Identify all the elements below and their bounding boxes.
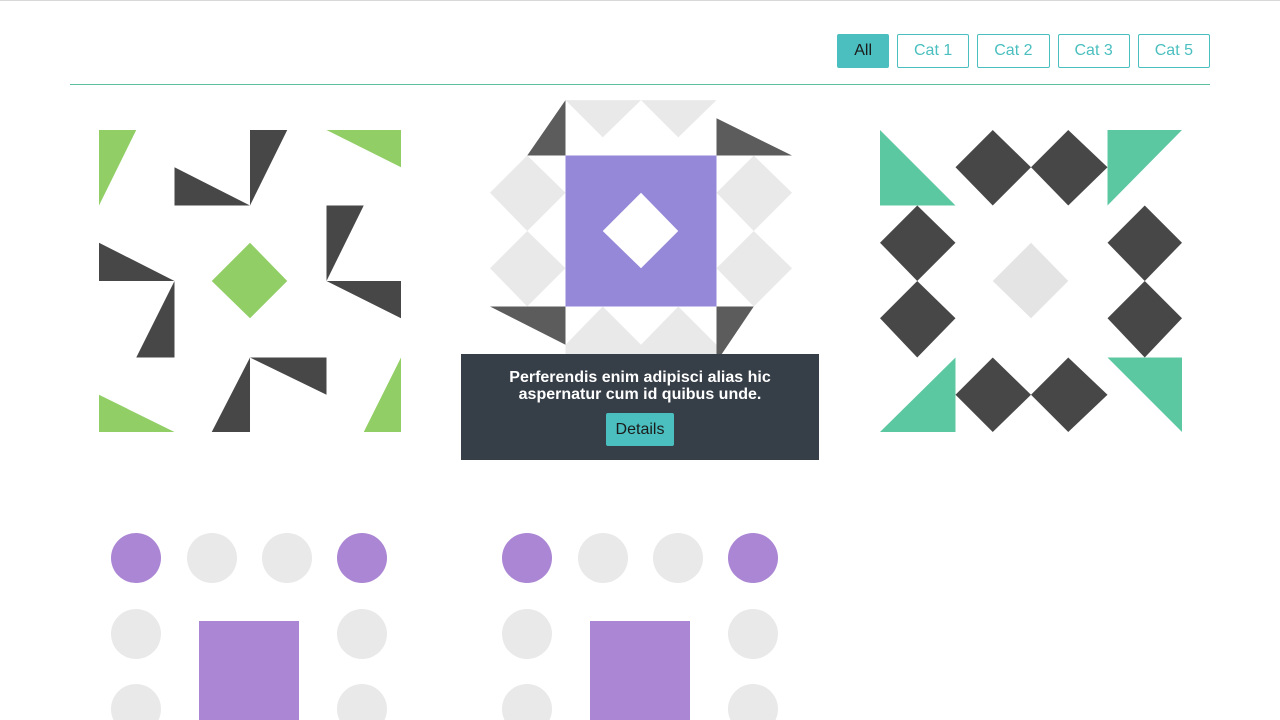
filter-cat-3-button[interactable]: Cat 3	[1057, 34, 1130, 68]
filter-cat-1-button[interactable]: Cat 1	[897, 34, 970, 68]
filter-divider	[70, 84, 1210, 85]
top-rule	[0, 0, 1280, 1]
geometric-pattern-image	[490, 100, 792, 362]
portfolio-item-purple-square[interactable]	[490, 100, 792, 362]
portfolio-hover-overlay: Perferendis enim adipisci alias hic aspe…	[461, 354, 819, 460]
category-filter-bar: All Cat 1 Cat 2 Cat 3 Cat 5	[837, 34, 1210, 68]
portfolio-item-green-triangles[interactable]	[99, 130, 401, 432]
portfolio-item-lavender-dots-2[interactable]	[490, 520, 792, 720]
geometric-pattern-image	[111, 533, 387, 720]
geometric-pattern-image	[880, 130, 1182, 432]
portfolio-item-dark-diamonds[interactable]	[880, 130, 1182, 432]
filter-cat-5-button[interactable]: Cat 5	[1137, 34, 1210, 68]
filter-all-button[interactable]: All	[837, 34, 889, 68]
portfolio-item-lavender-dots-1[interactable]	[99, 520, 401, 720]
geometric-pattern-image	[502, 533, 778, 720]
portfolio-item-description: Perferendis enim adipisci alias hic aspe…	[509, 369, 771, 403]
details-button[interactable]: Details	[605, 413, 675, 446]
geometric-pattern-image	[99, 130, 401, 432]
filter-cat-2-button[interactable]: Cat 2	[977, 34, 1050, 68]
